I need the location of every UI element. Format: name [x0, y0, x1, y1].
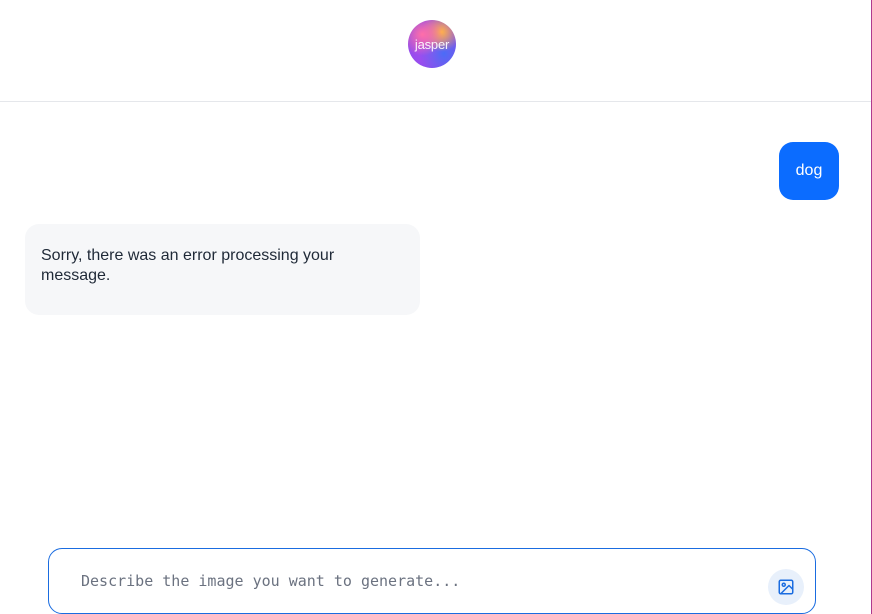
user-message-bubble: dog	[779, 142, 839, 200]
prompt-input[interactable]	[81, 569, 761, 593]
jasper-logo[interactable]: jasper	[408, 20, 456, 68]
image-icon	[778, 579, 794, 595]
header: jasper	[0, 0, 871, 102]
composer	[48, 548, 816, 614]
user-message-text: dog	[795, 162, 823, 179]
chat-app: jasper dog Sorry, there was an error pro…	[0, 0, 872, 614]
assistant-message-bubble: Sorry, there was an error processing you…	[25, 224, 420, 315]
assistant-message-text: Sorry, there was an error processing you…	[41, 247, 335, 284]
logo-text: jasper	[414, 36, 450, 52]
generate-image-button[interactable]	[768, 569, 804, 605]
